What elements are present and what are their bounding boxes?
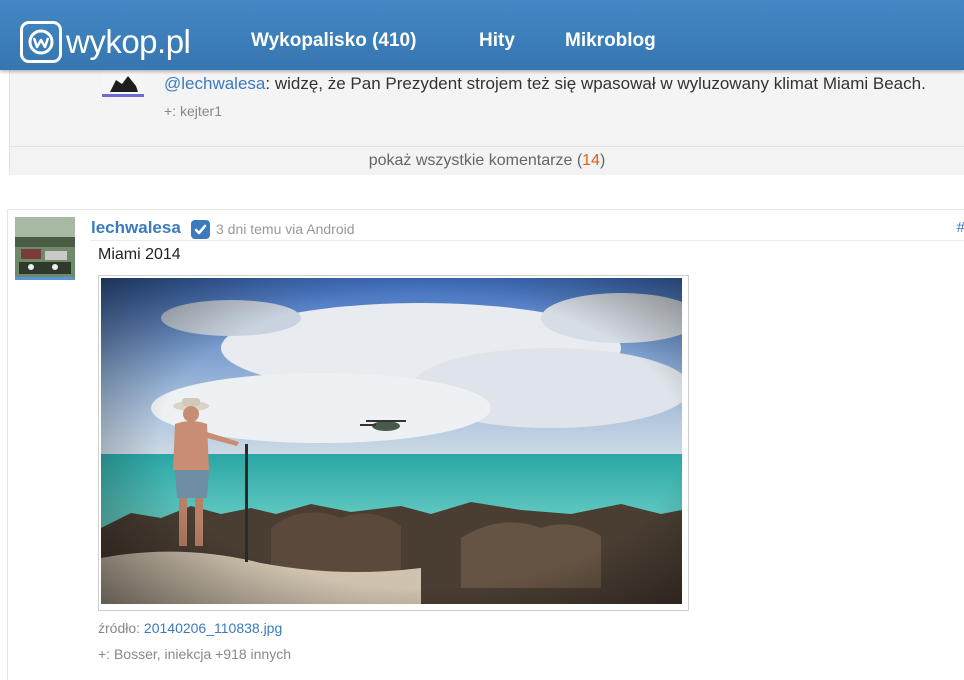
nav-hity[interactable]: Hity	[479, 30, 515, 52]
nav-wykopalisko[interactable]: Wykopalisko (410)	[251, 30, 416, 52]
post-author[interactable]: lechwalesa	[91, 218, 181, 238]
post-body: Miami 2014	[98, 246, 181, 263]
comment-body: : widzę, że Pan Prezydent strojem też si…	[265, 74, 926, 93]
beach-photo	[101, 278, 701, 604]
check-badge-icon	[191, 220, 210, 239]
show-all-label: pokaż wszystkie komentarze (	[368, 152, 583, 169]
show-all-close: )	[599, 152, 606, 169]
comment-count: 14	[582, 152, 600, 169]
site-logo[interactable]: wykop.pl	[20, 20, 191, 64]
comment-plus-line[interactable]: +: kejter1	[164, 103, 222, 119]
divider	[90, 240, 964, 241]
post-photo[interactable]	[98, 275, 701, 611]
post-plus-line[interactable]: +: Bosser, iniekcja +918 innych	[98, 646, 291, 662]
source-file-link[interactable]: 20140206_110838.jpg	[144, 620, 282, 636]
permalink-hash[interactable]: #	[957, 219, 964, 236]
source-label: źródło:	[98, 620, 144, 636]
avatar[interactable]	[15, 217, 75, 280]
microblog-entry: lechwalesa 3 dni temu via Android # Miam…	[7, 209, 964, 680]
comment-panel: @lechwalesa: widzę, że Pan Prezydent str…	[9, 62, 964, 175]
avatar[interactable]	[102, 66, 144, 97]
photo-source: źródło: 20140206_110838.jpg	[98, 620, 282, 636]
nav-mikroblog[interactable]: Mikroblog	[565, 30, 656, 52]
show-all-comments-button[interactable]: pokaż wszystkie komentarze (14)	[10, 146, 964, 175]
top-navigation-bar: wykop.pl Wykopalisko (410) Hity Mikroblo…	[0, 0, 964, 70]
logo-text: wykop.pl	[66, 23, 191, 60]
mention-link[interactable]: @lechwalesa	[164, 74, 265, 93]
post-meta[interactable]: 3 dni temu via Android	[216, 221, 355, 237]
wykop-logo-icon	[20, 21, 62, 63]
comment-text: @lechwalesa: widzę, że Pan Prezydent str…	[164, 74, 926, 94]
